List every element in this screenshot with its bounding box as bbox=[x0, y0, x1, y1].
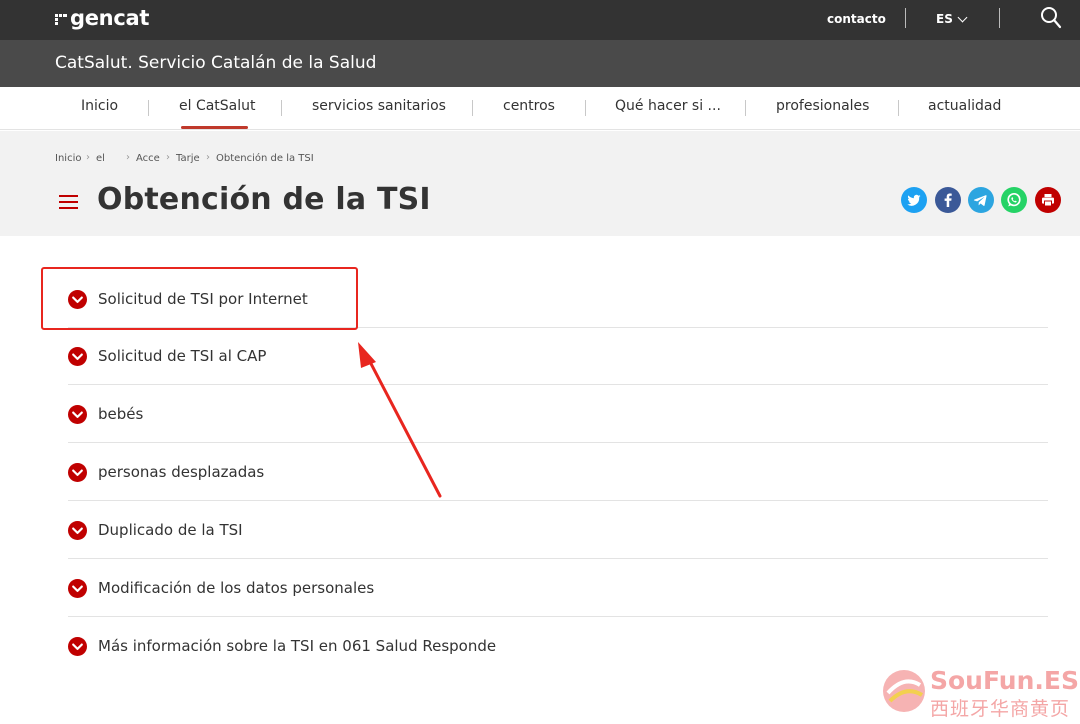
accordion-item[interactable]: Solicitud de TSI al CAP bbox=[68, 327, 1048, 385]
soufun-watermark: SouFun.ES 西班牙华商黄页 bbox=[880, 664, 1079, 720]
breadcrumb-current: Obtención de la TSI bbox=[216, 153, 314, 164]
top-bar: gencat contacto ES bbox=[0, 0, 1080, 40]
nav-divider bbox=[281, 100, 282, 116]
breadcrumb-item[interactable]: el bbox=[96, 153, 105, 164]
accordion-item[interactable]: Modificación de los datos personales bbox=[68, 559, 1048, 617]
chevron-down-circle-icon bbox=[68, 637, 87, 656]
language-selector[interactable]: ES bbox=[936, 12, 953, 26]
print-icon[interactable] bbox=[1035, 187, 1061, 213]
divider bbox=[905, 8, 906, 28]
accordion-label: Modificación de los datos personales bbox=[98, 579, 375, 597]
chevron-down-circle-icon bbox=[68, 521, 87, 540]
accordion-label: Solicitud de TSI al CAP bbox=[98, 347, 267, 365]
watermark-brand: SouFun.ES bbox=[930, 666, 1079, 695]
chevron-down-circle-icon bbox=[68, 463, 87, 482]
nav-divider bbox=[585, 100, 586, 116]
nav-item-el-catsalut[interactable]: el CatSalut bbox=[179, 98, 256, 114]
gencat-logo[interactable]: gencat bbox=[55, 6, 149, 30]
site-title[interactable]: CatSalut. Servicio Catalán de la Salud bbox=[55, 53, 376, 73]
chevron-right-icon: › bbox=[166, 152, 170, 163]
gencat-logo-mark-icon bbox=[55, 11, 67, 25]
chevron-right-icon: › bbox=[206, 152, 210, 163]
nav-item-que-hacer-si[interactable]: Qué hacer si ... bbox=[615, 98, 721, 114]
chevron-right-icon: › bbox=[126, 152, 130, 163]
nav-divider bbox=[472, 100, 473, 116]
main-nav: Inicio el CatSalut servicios sanitarios … bbox=[0, 87, 1080, 130]
nav-divider bbox=[898, 100, 899, 116]
chevron-down-icon[interactable] bbox=[957, 12, 968, 23]
breadcrumb-item[interactable]: Inicio bbox=[55, 153, 81, 164]
nav-item-profesionales[interactable]: profesionales bbox=[776, 98, 869, 114]
annotation-arrow-icon bbox=[358, 342, 442, 498]
telegram-icon[interactable] bbox=[968, 187, 994, 213]
watermark-subtitle: 西班牙华商黄页 bbox=[930, 698, 1071, 720]
accordion-item[interactable]: bebés bbox=[68, 385, 1048, 443]
divider bbox=[999, 8, 1000, 28]
site-header: CatSalut. Servicio Catalán de la Salud bbox=[0, 40, 1080, 87]
breadcrumb-item[interactable]: Tarje bbox=[176, 153, 200, 164]
contact-link[interactable]: contacto bbox=[827, 12, 886, 26]
active-nav-indicator bbox=[181, 126, 248, 129]
twitter-icon[interactable] bbox=[901, 187, 927, 213]
accordion-item[interactable]: personas desplazadas bbox=[68, 443, 1048, 501]
chevron-down-circle-icon bbox=[68, 579, 87, 598]
accordion-label: Más información sobre la TSI en 061 Salu… bbox=[98, 637, 497, 655]
chevron-right-icon: › bbox=[86, 152, 90, 163]
accordion-label: Duplicado de la TSI bbox=[98, 521, 243, 539]
nav-item-actualidad[interactable]: actualidad bbox=[928, 98, 1001, 114]
nav-divider bbox=[745, 100, 746, 116]
nav-divider bbox=[148, 100, 149, 116]
whatsapp-icon[interactable] bbox=[1001, 187, 1027, 213]
breadcrumb-item[interactable]: Acce bbox=[136, 153, 160, 164]
soufun-logo-icon bbox=[883, 670, 925, 712]
page-header: Inicio › el › Acce › Tarje › Obtención d… bbox=[0, 131, 1080, 236]
search-icon[interactable] bbox=[1040, 6, 1062, 30]
nav-item-servicios-sanitarios[interactable]: servicios sanitarios bbox=[312, 98, 446, 114]
nav-item-inicio[interactable]: Inicio bbox=[81, 98, 118, 114]
facebook-icon[interactable] bbox=[935, 187, 961, 213]
annotation-highlight-box bbox=[41, 267, 358, 330]
chevron-down-circle-icon bbox=[68, 405, 87, 424]
chevron-down-circle-icon bbox=[68, 347, 87, 366]
nav-item-centros[interactable]: centros bbox=[503, 98, 555, 114]
page-title: Obtención de la TSI bbox=[97, 182, 431, 217]
menu-icon[interactable] bbox=[59, 195, 78, 209]
accordion-item[interactable]: Duplicado de la TSI bbox=[68, 501, 1048, 559]
logo-text: gencat bbox=[70, 6, 150, 30]
accordion-label: personas desplazadas bbox=[98, 463, 265, 481]
accordion-label: bebés bbox=[98, 405, 144, 423]
